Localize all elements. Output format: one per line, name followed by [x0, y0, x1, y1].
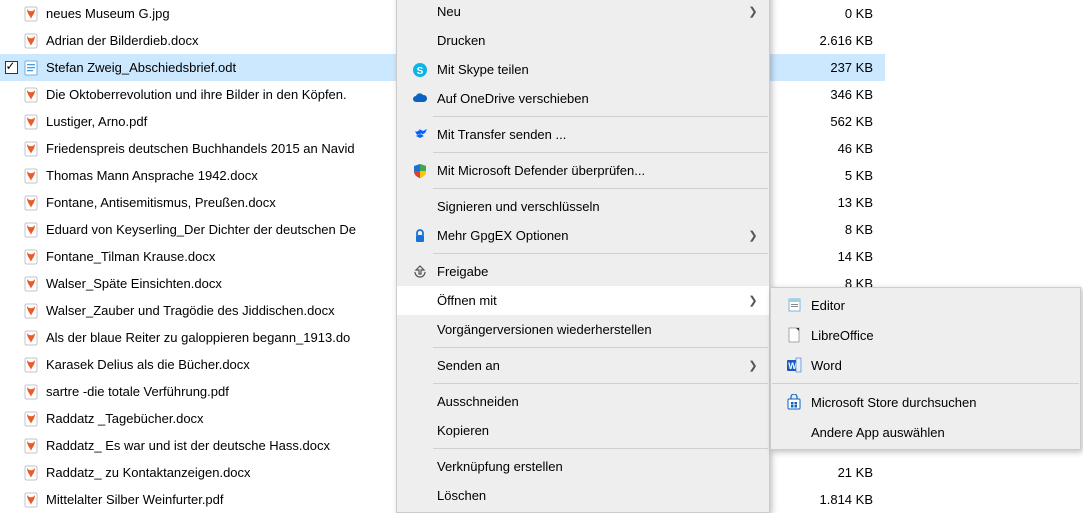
file-size: 0 KB: [785, 0, 885, 27]
notepad-icon: [786, 297, 802, 313]
file-icon: [23, 249, 39, 265]
file-icon: [23, 303, 39, 319]
file-size: 14 KB: [785, 243, 885, 270]
submenu-libreoffice[interactable]: LibreOffice: [771, 320, 1080, 350]
file-size: 8 KB: [785, 216, 885, 243]
file-size: 5 KB: [785, 162, 885, 189]
menu-loeschen[interactable]: Löschen: [397, 481, 769, 510]
menu-drucken[interactable]: Drucken: [397, 26, 769, 55]
file-icon: [23, 276, 39, 292]
submenu-store[interactable]: Microsoft Store durchsuchen: [771, 387, 1080, 417]
menu-ausschneiden[interactable]: Ausschneiden: [397, 387, 769, 416]
context-menu: Neu ❯ Drucken Mit Skype teilen Auf OneDr…: [396, 0, 770, 513]
menu-senden-an[interactable]: Senden an ❯: [397, 351, 769, 380]
libreoffice-icon: [786, 327, 802, 343]
file-size: 346 KB: [785, 81, 885, 108]
menu-gpg[interactable]: Mehr GpgEX Optionen ❯: [397, 221, 769, 250]
store-icon: [786, 394, 802, 410]
cloud-icon: [412, 91, 428, 107]
submenu-word[interactable]: Word: [771, 350, 1080, 380]
menu-oeffnen-mit[interactable]: Öffnen mit ❯: [397, 286, 769, 315]
file-icon: [23, 87, 39, 103]
file-icon: [23, 33, 39, 49]
submenu-andere[interactable]: Andere App auswählen: [771, 417, 1080, 447]
file-icon: [23, 114, 39, 130]
menu-freigabe[interactable]: Freigabe: [397, 257, 769, 286]
menu-neu[interactable]: Neu ❯: [397, 0, 769, 26]
file-size: 13 KB: [785, 189, 885, 216]
file-icon: [23, 222, 39, 238]
menu-signieren[interactable]: Signieren und verschlüsseln: [397, 192, 769, 221]
file-size: 237 KB: [785, 54, 885, 81]
file-icon: [23, 438, 39, 454]
open-with-submenu: Editor LibreOffice Word Microsoft Store …: [770, 287, 1081, 450]
dropbox-icon: [412, 127, 428, 143]
file-icon: [23, 330, 39, 346]
file-size: 1.814 KB: [785, 486, 885, 513]
file-icon: [23, 60, 39, 76]
file-icon: [23, 168, 39, 184]
menu-vorgaenger[interactable]: Vorgängerversionen wiederherstellen: [397, 315, 769, 344]
file-size: 562 KB: [785, 108, 885, 135]
file-icon: [23, 492, 39, 508]
file-icon: [23, 357, 39, 373]
share-icon: [412, 264, 428, 280]
menu-kopieren[interactable]: Kopieren: [397, 416, 769, 445]
file-checkbox[interactable]: [5, 61, 18, 74]
file-icon: [23, 384, 39, 400]
submenu-editor[interactable]: Editor: [771, 290, 1080, 320]
menu-transfer[interactable]: Mit Transfer senden ...: [397, 120, 769, 149]
menu-skype[interactable]: Mit Skype teilen: [397, 55, 769, 84]
file-icon: [23, 141, 39, 157]
file-size: 46 KB: [785, 135, 885, 162]
menu-onedrive[interactable]: Auf OneDrive verschieben: [397, 84, 769, 113]
lock-icon: [412, 228, 428, 244]
skype-icon: [412, 62, 428, 78]
file-icon: [23, 195, 39, 211]
shield-icon: [412, 163, 428, 179]
file-size: 2.616 KB: [785, 27, 885, 54]
file-icon: [23, 6, 39, 22]
word-icon: [786, 357, 802, 373]
file-icon: [23, 465, 39, 481]
menu-verknuepfung[interactable]: Verknüpfung erstellen: [397, 452, 769, 481]
menu-defender[interactable]: Mit Microsoft Defender überprüfen...: [397, 156, 769, 185]
file-size: 21 KB: [785, 459, 885, 486]
file-icon: [23, 411, 39, 427]
